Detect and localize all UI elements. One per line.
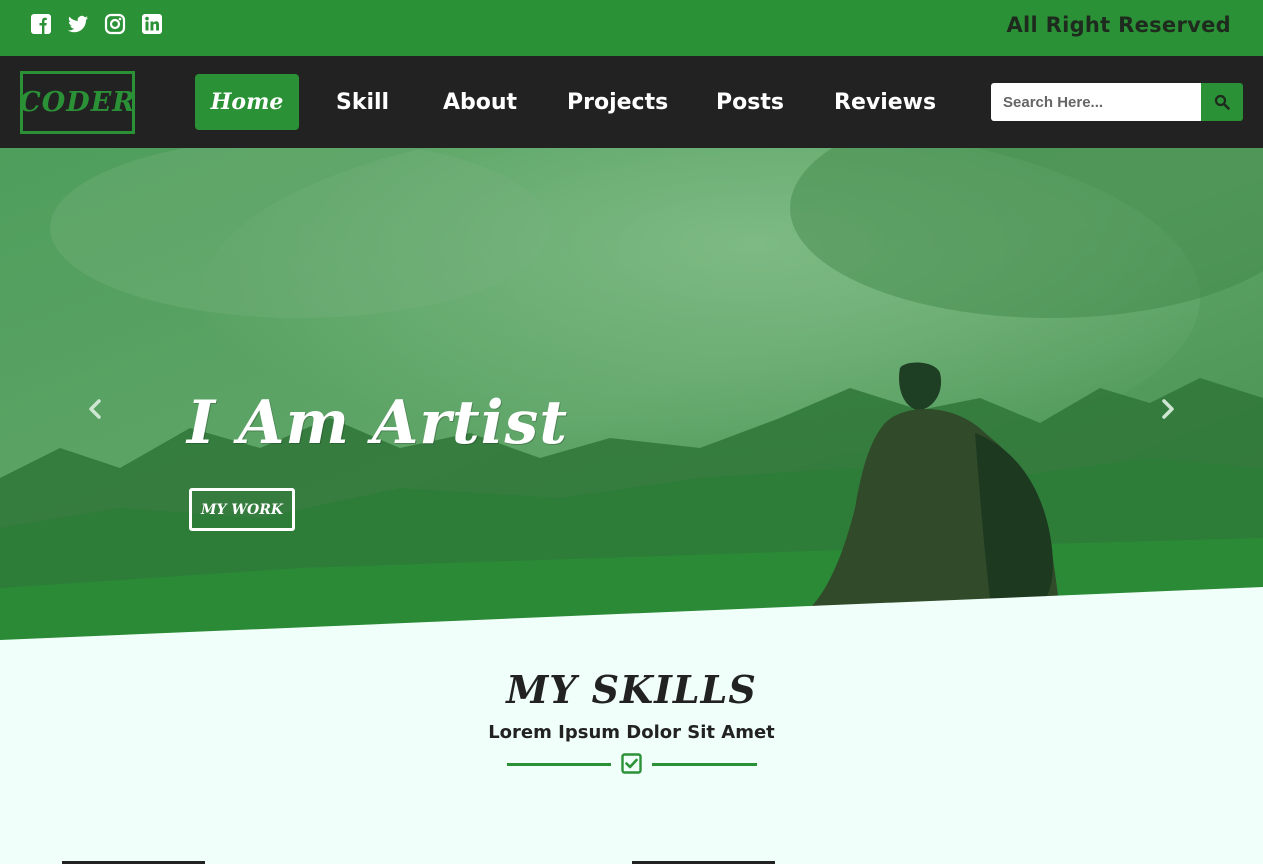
- nav-about[interactable]: About: [443, 74, 517, 130]
- nav-reviews[interactable]: Reviews: [834, 74, 936, 130]
- facebook-icon[interactable]: [30, 13, 52, 35]
- nav-home[interactable]: Home: [195, 74, 299, 130]
- section-divider-slant: [0, 587, 1263, 641]
- hero-slider: I Am Artist MY WORK: [0, 148, 1263, 640]
- divider-line-right: [652, 763, 757, 766]
- top-bar: All Right Reserved: [0, 0, 1263, 56]
- nav-skill[interactable]: Skill: [336, 74, 389, 130]
- skills-title: MY SKILLS: [506, 667, 757, 712]
- divider-line-left: [507, 763, 611, 766]
- instagram-icon[interactable]: [104, 13, 126, 35]
- rights-text: All Right Reserved: [1006, 13, 1231, 37]
- navbar: CODER Home Skill About Projects Posts Re…: [0, 56, 1263, 148]
- hero-title: I Am Artist: [187, 388, 569, 458]
- search-button[interactable]: [1201, 83, 1243, 121]
- nav-posts[interactable]: Posts: [716, 74, 784, 130]
- twitter-icon[interactable]: [67, 13, 89, 35]
- my-work-button[interactable]: MY WORK: [189, 488, 295, 531]
- search-input[interactable]: [991, 83, 1201, 121]
- skills-subtitle: Lorem Ipsum Dolor Sit Amet: [488, 722, 775, 743]
- linkedin-icon[interactable]: [141, 13, 163, 35]
- check-square-icon: [621, 753, 642, 774]
- chevron-right-icon[interactable]: [1155, 397, 1179, 421]
- chevron-left-icon[interactable]: [84, 397, 108, 421]
- search-icon: [1214, 94, 1230, 110]
- nav-projects[interactable]: Projects: [567, 74, 668, 130]
- logo[interactable]: CODER: [19, 71, 135, 134]
- social-links: [30, 13, 163, 35]
